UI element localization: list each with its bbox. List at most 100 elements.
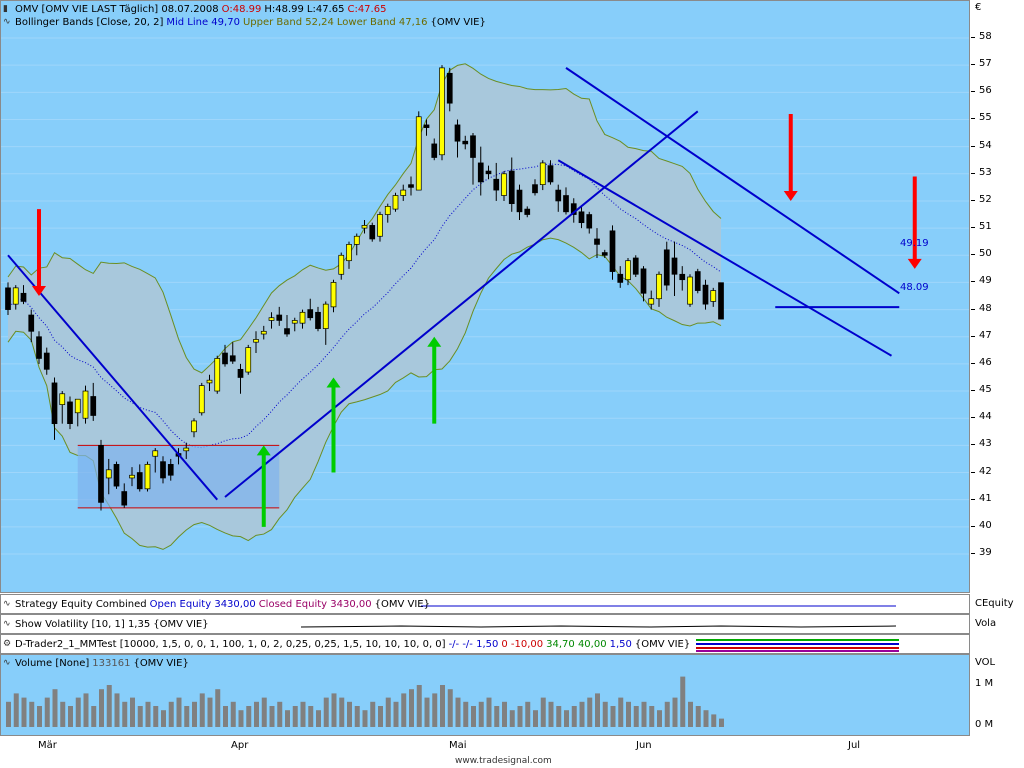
candle-body xyxy=(687,276,693,305)
bollinger-symbol: {OMV VIE} xyxy=(430,17,486,28)
candle-body xyxy=(470,135,476,158)
volume-bar xyxy=(471,706,476,727)
dtrader-name: D-Trader2_1_MMTest [10000, 1,5, 0, 0, 1,… xyxy=(15,639,446,650)
volume-bar xyxy=(657,710,662,727)
volume-bar xyxy=(75,697,81,727)
equity-open: Open Equity 3430,00 xyxy=(149,599,256,610)
volume-bar xyxy=(277,701,283,727)
volume-bar xyxy=(347,701,352,727)
price-tick-mark xyxy=(971,362,975,364)
price-chart-svg xyxy=(1,37,969,555)
candle-body xyxy=(28,314,35,332)
volume-bar xyxy=(114,693,120,727)
candle-body xyxy=(408,184,414,188)
price-tick-mark xyxy=(971,308,975,310)
price-tick-label: 57 xyxy=(979,58,992,70)
volume-bar xyxy=(83,693,89,727)
price-tick-label: 58 xyxy=(979,31,992,42)
currency-label: € xyxy=(975,2,982,13)
candle-body xyxy=(353,235,360,245)
candle-body xyxy=(129,474,135,479)
symbol-legend-row[interactable]: ▮ OMV [OMV VIE LAST Täglich] 08.07.2008 … xyxy=(3,3,486,16)
price-tick-mark xyxy=(971,417,975,419)
volume-bar xyxy=(215,689,221,727)
candle-body xyxy=(679,273,686,281)
volume-bar xyxy=(285,710,290,727)
volume-bar xyxy=(626,701,631,727)
volume-bar xyxy=(680,676,686,727)
candle-body xyxy=(694,271,701,291)
volume-bar xyxy=(199,693,205,727)
volume-bar xyxy=(68,706,73,727)
dtrader-pane[interactable]: ⚙ D-Trader2_1_MMTest [10000, 1,5, 0, 0, … xyxy=(0,634,970,654)
volume-bar xyxy=(455,697,461,727)
volume-bar xyxy=(525,701,531,727)
month-label: Mai xyxy=(449,740,467,751)
price-tick-mark xyxy=(971,553,975,554)
volume-bar xyxy=(533,710,538,727)
volume-value: 133161 xyxy=(92,658,131,669)
volume-bar xyxy=(106,685,112,727)
candle-body xyxy=(718,282,724,320)
volume-bar xyxy=(137,706,143,727)
volume-bar xyxy=(29,701,35,727)
candle-body xyxy=(198,385,205,414)
candle-body xyxy=(710,290,717,302)
volume-bar xyxy=(300,701,306,727)
price-axis: € 39 40 41 42 43 44 45 46 47 48 49 50 51 52 53 54 55 56 57… xyxy=(971,0,1024,593)
price-tick-mark xyxy=(971,227,975,229)
volume-bar xyxy=(447,689,453,727)
candle-body xyxy=(439,67,445,156)
equity-pane[interactable]: ∿ Strategy Equity Combined Open Equity 3… xyxy=(0,594,970,614)
volume-bar xyxy=(424,697,430,727)
volume-bar xyxy=(486,697,492,727)
price-tick-label: 48 xyxy=(979,302,992,314)
price-tick-mark xyxy=(971,91,975,93)
volume-axis-label: VOL xyxy=(975,657,996,668)
candle-body xyxy=(648,298,655,305)
volume-bar xyxy=(672,697,678,727)
candle-body xyxy=(462,140,469,145)
volume-bar xyxy=(695,706,701,727)
candle-body xyxy=(113,464,120,487)
dtrader-symbol: {OMV VIE} xyxy=(634,639,691,650)
candle-body xyxy=(617,273,624,283)
candle-body xyxy=(315,311,321,329)
dtrader-v4: 1,50 xyxy=(609,639,632,650)
bollinger-upper: Upper Band 52,24 xyxy=(242,17,334,28)
price-tick-label: 52 xyxy=(979,193,992,205)
volume-bar xyxy=(145,701,151,727)
price-tick-label: 56 xyxy=(979,85,992,97)
price-tick-mark xyxy=(971,335,975,337)
strategy-icon: ⚙ xyxy=(3,639,12,649)
candle-body xyxy=(260,330,267,335)
indicator-icon: ∿ xyxy=(3,599,11,609)
volume-bar xyxy=(393,701,399,727)
volume-bar xyxy=(316,710,321,727)
dtrader-v2: 0 -10,00 xyxy=(501,639,544,650)
bollinger-legend-row[interactable]: ∿ Bollinger Bands [Close, 20, 2] Mid Lin… xyxy=(3,16,486,29)
candle-body xyxy=(454,124,461,142)
candle-body xyxy=(578,211,585,224)
volume-bar xyxy=(331,693,337,727)
candle-body xyxy=(702,284,709,305)
volume-tick-0m: 0 M xyxy=(975,719,994,730)
volume-bar xyxy=(579,701,585,727)
price-tick-mark xyxy=(971,199,975,201)
price-tick-label: 50 xyxy=(979,248,992,260)
volatility-symbol: {OMV VIE} xyxy=(153,619,209,630)
candle-body xyxy=(671,257,678,275)
volume-pane[interactable]: ∿ Volume [None] 133161 {OMV VIE} xyxy=(0,654,970,736)
volume-bar xyxy=(176,697,182,727)
price-tick-label: 40 xyxy=(979,519,992,531)
candle-body xyxy=(384,206,391,215)
equity-name: Strategy Equity Combined xyxy=(15,599,147,610)
indicator-icon: ∿ xyxy=(3,658,11,668)
volume-tick-1m: 1 M xyxy=(975,678,994,689)
volatility-pane[interactable]: ∿ Show Volatility [10, 1] 1,35 {OMV VIE} xyxy=(0,614,970,634)
candle-body xyxy=(36,336,42,359)
candle-body xyxy=(307,309,314,319)
price-chart-pane[interactable]: ▮ OMV [OMV VIE LAST Täglich] 08.07.2008 … xyxy=(0,0,970,593)
volume-bar xyxy=(649,706,655,727)
price-tick-mark xyxy=(971,471,975,473)
